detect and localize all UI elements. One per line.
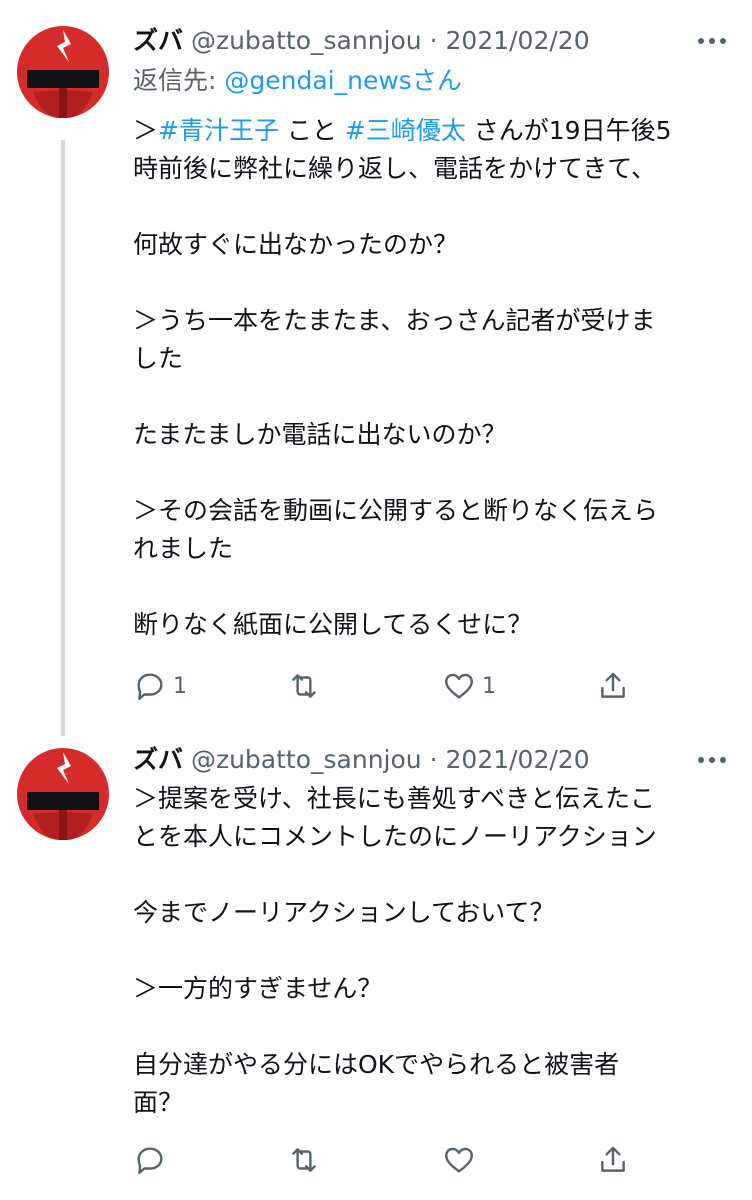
more-dots-icon[interactable]	[692, 21, 732, 61]
like-button[interactable]: 1	[442, 666, 496, 706]
reply-to-label: 返信先:	[133, 66, 225, 95]
share-button[interactable]	[596, 666, 630, 706]
avatar[interactable]	[13, 22, 113, 122]
hashtag-link[interactable]: #青汁王子	[158, 116, 279, 145]
text-line	[133, 264, 733, 302]
tweet-date[interactable]: 2021/02/20	[446, 745, 590, 774]
text-line: ＞提案を受け、社長にも善処すべきと伝えたこ	[133, 784, 656, 813]
tweet-text: ＞提案を受け、社長にも善処すべきと伝えたこ とを本人にコメントしたのにノーリアク…	[133, 780, 733, 1122]
tweet-1[interactable]: ズバ @zubatto_sannjou · 2021/02/20 返信先: @g…	[0, 0, 752, 736]
text-line: 断りなく紙面に公開してるくせに？	[133, 610, 533, 639]
author-name[interactable]: ズバ	[133, 26, 183, 55]
text-line: 時前後に弊社に繰り返し、電話をかけてきて、	[133, 154, 657, 183]
share-icon	[601, 672, 625, 698]
text-line: たまたましか電話に出ないのか？	[133, 420, 507, 449]
reply-count: 1	[173, 673, 187, 699]
tweet-text: ＞#青汁王子 こと #三崎優太 さんが19日午後5 時前後に弊社に繰り返し、電話…	[133, 112, 733, 644]
author-name[interactable]: ズバ	[133, 745, 183, 774]
reply-to-handle[interactable]: @gendai_news	[224, 66, 411, 95]
text-line: ＞うち一本をたまたま、おっさん記者が受けま	[133, 306, 656, 335]
separator-dot: ·	[429, 26, 438, 55]
heart-icon	[445, 673, 473, 699]
text-line: 面？	[133, 1088, 184, 1117]
tweet-header: ズバ @zubatto_sannjou · 2021/02/20	[133, 740, 732, 780]
share-button[interactable]	[596, 1140, 630, 1180]
text-line	[133, 454, 733, 492]
text-line: ＞その会話を動画に公開すると断りなく伝えら	[133, 496, 659, 525]
like-count: 1	[482, 673, 496, 699]
author-handle[interactable]: @zubatto_sannjou	[191, 26, 422, 55]
avatar[interactable]	[13, 744, 113, 844]
share-icon	[601, 1146, 625, 1172]
reply-icon	[137, 1147, 163, 1174]
text-line	[133, 932, 733, 970]
text-line: 自分達がやる分にはOKでやられると被害者	[133, 1050, 620, 1079]
text-line	[133, 378, 733, 416]
like-button[interactable]	[442, 1140, 482, 1180]
hashtag-link[interactable]: #三崎優太	[345, 116, 466, 145]
text-line	[133, 188, 733, 226]
text-line: 何故すぐに出なかったのか？	[133, 230, 459, 259]
retweet-button[interactable]	[287, 1140, 327, 1180]
tweet-date[interactable]: 2021/02/20	[446, 26, 590, 55]
tweet-header: ズバ @zubatto_sannjou · 2021/02/20	[133, 21, 732, 61]
text-line: とを本人にコメントしたのにノーリアクション	[133, 822, 657, 851]
reply-to-suffix: さん	[411, 66, 462, 95]
author-handle[interactable]: @zubatto_sannjou	[191, 745, 422, 774]
text-line: れました	[133, 534, 234, 563]
retweet-button[interactable]	[287, 666, 327, 706]
text-line: ＞#青汁王子 こと #三崎優太 さんが19日午後5	[133, 116, 672, 145]
reply-to-line: 返信先: @gendai_newsさん	[133, 63, 462, 99]
tweet-2[interactable]: ズバ @zubatto_sannjou · 2021/02/20 ＞提案を受け、…	[0, 730, 752, 1200]
text-line: ＞一方的すぎません？	[133, 974, 383, 1003]
tweet-actions: 1 1	[133, 666, 643, 706]
tweet-actions	[133, 1140, 643, 1180]
text-line: した	[133, 344, 184, 373]
text-line: 今までノーリアクションしておいて？	[133, 898, 555, 927]
text-line	[133, 1008, 733, 1046]
text-line	[133, 856, 733, 894]
retweet-icon	[292, 1148, 316, 1172]
heart-icon	[445, 1147, 473, 1173]
thread-line	[61, 140, 65, 736]
text-line	[133, 568, 733, 606]
separator-dot: ·	[429, 745, 438, 774]
reply-icon	[137, 673, 163, 700]
reply-button[interactable]	[133, 1140, 173, 1180]
more-dots-icon[interactable]	[692, 740, 732, 780]
reply-button[interactable]: 1	[133, 666, 187, 706]
retweet-icon	[292, 674, 316, 698]
